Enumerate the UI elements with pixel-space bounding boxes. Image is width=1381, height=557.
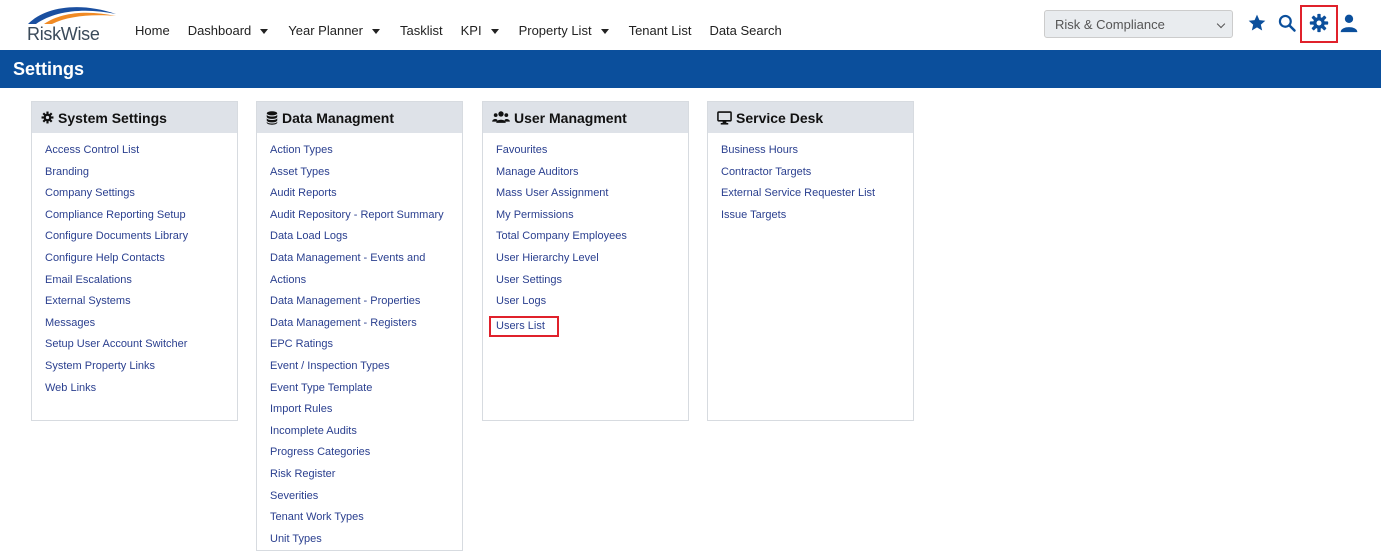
- desktop-icon: [717, 110, 732, 125]
- link-branding[interactable]: Branding: [45, 165, 237, 187]
- nav-property-list[interactable]: Property List: [519, 23, 609, 38]
- role-select[interactable]: Risk & Compliance: [1044, 10, 1233, 38]
- link-user-logs[interactable]: User Logs: [496, 294, 688, 316]
- link-favourites[interactable]: Favourites: [496, 143, 688, 165]
- link-unit-types[interactable]: Unit Types: [270, 532, 462, 554]
- link-import-rules[interactable]: Import Rules: [270, 402, 462, 424]
- link-data-management-events-cont[interactable]: Actions: [270, 273, 462, 295]
- caret-down-icon: [371, 29, 380, 34]
- panel-title: User Managment: [514, 109, 627, 126]
- gear-icon[interactable]: [1308, 12, 1330, 34]
- link-risk-register[interactable]: Risk Register: [270, 467, 462, 489]
- caret-down-icon: [490, 29, 499, 34]
- panel-links: Favourites Manage Auditors Mass User Ass…: [483, 133, 688, 337]
- users-icon: [492, 111, 510, 123]
- panel-system-settings: System Settings Access Control List Bran…: [31, 101, 238, 421]
- top-bar: RiskWise Home Dashboard Year Planner Tas…: [0, 0, 1381, 55]
- panel-header: Service Desk: [708, 102, 913, 133]
- nav-label: Year Planner: [288, 23, 363, 38]
- link-configure-documents-library[interactable]: Configure Documents Library: [45, 229, 237, 251]
- panel-title: Service Desk: [736, 109, 824, 126]
- link-event-type-template[interactable]: Event Type Template: [270, 381, 462, 403]
- link-web-links[interactable]: Web Links: [45, 381, 237, 403]
- search-icon[interactable]: [1276, 12, 1298, 34]
- link-incomplete-audits[interactable]: Incomplete Audits: [270, 424, 462, 446]
- link-data-management-registers[interactable]: Data Management - Registers: [270, 316, 462, 338]
- link-my-permissions[interactable]: My Permissions: [496, 208, 688, 230]
- nav-home[interactable]: Home: [135, 23, 170, 38]
- gear-icon: [41, 111, 54, 124]
- panel-links: Business Hours Contractor Targets Extern…: [708, 133, 913, 229]
- logo-swoosh-icon: [28, 7, 116, 24]
- link-access-control-list[interactable]: Access Control List: [45, 143, 237, 165]
- nav-label: Property List: [518, 23, 592, 38]
- link-messages[interactable]: Messages: [45, 316, 237, 338]
- link-system-property-links[interactable]: System Property Links: [45, 359, 237, 381]
- link-users-list[interactable]: Users List: [489, 315, 559, 337]
- nav-dashboard[interactable]: Dashboard: [188, 23, 269, 38]
- database-icon: [266, 110, 278, 125]
- link-action-types[interactable]: Action Types: [270, 143, 462, 165]
- chevron-down-icon: [1216, 19, 1226, 29]
- caret-down-icon: [260, 29, 269, 34]
- link-asset-types[interactable]: Asset Types: [270, 165, 462, 187]
- nav-label: Home: [135, 23, 170, 38]
- caret-down-icon: [600, 29, 609, 34]
- nav-kpi[interactable]: KPI: [461, 23, 499, 38]
- panel-service-desk: Service Desk Business Hours Contractor T…: [707, 101, 914, 421]
- nav-label: Tasklist: [399, 23, 443, 38]
- role-select-value: Risk & Compliance: [1055, 17, 1165, 32]
- main-nav: Home Dashboard Year Planner Tasklist KPI…: [135, 23, 800, 38]
- link-data-load-logs[interactable]: Data Load Logs: [270, 229, 462, 251]
- link-total-company-employees[interactable]: Total Company Employees: [496, 229, 688, 251]
- link-business-hours[interactable]: Business Hours: [721, 143, 913, 165]
- link-severities[interactable]: Severities: [270, 489, 462, 511]
- link-data-management-events[interactable]: Data Management - Events and: [270, 251, 462, 273]
- link-event-inspection-types[interactable]: Event / Inspection Types: [270, 359, 462, 381]
- panel-links: Access Control List Branding Company Set…: [32, 133, 237, 402]
- panel-links: Action Types Asset Types Audit Reports A…: [257, 133, 462, 553]
- nav-data-search[interactable]: Data Search: [709, 23, 781, 38]
- link-issue-targets[interactable]: Issue Targets: [721, 208, 913, 230]
- link-user-hierarchy-level[interactable]: User Hierarchy Level: [496, 251, 688, 273]
- link-manage-auditors[interactable]: Manage Auditors: [496, 165, 688, 187]
- nav-label: Tenant List: [628, 23, 692, 38]
- link-audit-reports[interactable]: Audit Reports: [270, 186, 462, 208]
- link-external-systems[interactable]: External Systems: [45, 294, 237, 316]
- panel-header: System Settings: [32, 102, 237, 133]
- nav-tasklist[interactable]: Tasklist: [400, 23, 443, 38]
- nav-year-planner[interactable]: Year Planner: [288, 23, 380, 38]
- link-email-escalations[interactable]: Email Escalations: [45, 273, 237, 295]
- link-epc-ratings[interactable]: EPC Ratings: [270, 337, 462, 359]
- link-progress-categories[interactable]: Progress Categories: [270, 445, 462, 467]
- link-contractor-targets[interactable]: Contractor Targets: [721, 165, 913, 187]
- nav-label: Dashboard: [187, 23, 252, 38]
- star-icon[interactable]: [1246, 12, 1268, 34]
- riskwise-logo[interactable]: RiskWise: [26, 4, 118, 44]
- panel-data-managment: Data Managment Action Types Asset Types …: [256, 101, 463, 551]
- panel-header: User Managment: [483, 102, 688, 133]
- panel-header: Data Managment: [257, 102, 462, 133]
- link-audit-repository[interactable]: Audit Repository - Report Summary: [270, 208, 462, 230]
- link-configure-help-contacts[interactable]: Configure Help Contacts: [45, 251, 237, 273]
- link-company-settings[interactable]: Company Settings: [45, 186, 237, 208]
- user-icon[interactable]: [1338, 12, 1360, 34]
- panel-user-managment: User Managment Favourites Manage Auditor…: [482, 101, 689, 421]
- nav-label: Data Search: [709, 23, 782, 38]
- page-title: Settings: [13, 59, 85, 79]
- nav-label: KPI: [460, 23, 482, 38]
- panel-title: Data Managment: [282, 109, 395, 126]
- link-data-management-properties[interactable]: Data Management - Properties: [270, 294, 462, 316]
- panel-title: System Settings: [58, 109, 167, 126]
- page-banner: Settings: [0, 50, 1381, 88]
- nav-tenant-list[interactable]: Tenant List: [629, 23, 692, 38]
- link-external-service-requester-list[interactable]: External Service Requester List: [721, 186, 913, 208]
- link-mass-user-assignment[interactable]: Mass User Assignment: [496, 186, 688, 208]
- link-tenant-work-types[interactable]: Tenant Work Types: [270, 510, 462, 532]
- link-compliance-reporting-setup[interactable]: Compliance Reporting Setup: [45, 208, 237, 230]
- logo-text: RiskWise: [27, 24, 100, 44]
- link-user-settings[interactable]: User Settings: [496, 273, 688, 295]
- link-setup-user-account-switcher[interactable]: Setup User Account Switcher: [45, 337, 237, 359]
